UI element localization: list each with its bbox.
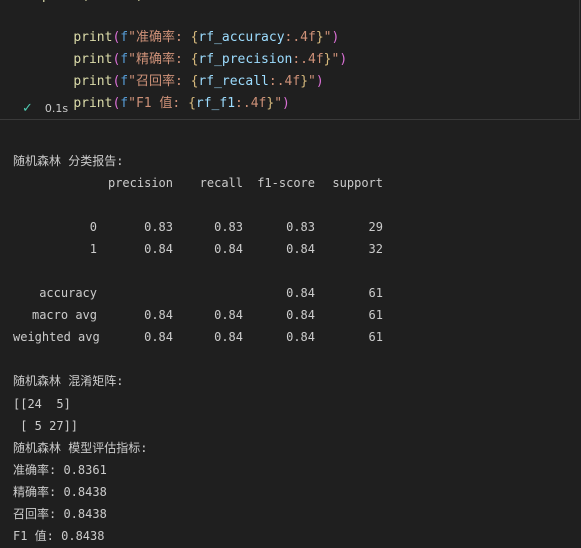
- header-support: support: [332, 176, 383, 190]
- metric-line: 准确率: 0.8361: [13, 463, 107, 477]
- code-line-1[interactable]: print(f"准确率: {rf_accuracy:.4f}"): [42, 5, 339, 45]
- row-support: 61: [368, 308, 383, 322]
- close-paren: ): [282, 96, 290, 111]
- close-paren: ): [339, 52, 348, 67]
- code-fmt: :.4f: [235, 96, 267, 111]
- code-line-3[interactable]: print(f"召回率: {rf_recall:.4f}"): [42, 49, 323, 89]
- confusion-line: [ 5 27]]: [13, 419, 79, 433]
- code-line-2[interactable]: print(f"精确率: {rf_precision:.4f}"): [42, 27, 347, 67]
- row-recall: 0.83: [214, 220, 243, 234]
- row-precision: 0.83: [144, 220, 173, 234]
- check-icon: ✓: [22, 100, 33, 116]
- open-brace: {: [188, 96, 196, 111]
- header-recall: recall: [199, 176, 243, 190]
- string-quote: ": [308, 74, 316, 89]
- code-label: F1 值:: [135, 96, 189, 111]
- metric-line: 精确率: 0.8438: [13, 485, 107, 499]
- close-paren: ): [315, 74, 324, 89]
- code-cell[interactable]: print(f"...") print(f"准确率: {rf_accuracy:…: [0, 0, 580, 120]
- fstring-prefix: f: [120, 96, 129, 111]
- row-f1: 0.84: [286, 286, 315, 300]
- metrics-title: 随机森林 模型评估指标:: [13, 441, 148, 455]
- row-f1: 0.84: [286, 308, 315, 322]
- code-var: rf_f1: [195, 96, 236, 111]
- string-quote: ": [128, 96, 136, 111]
- row-f1: 0.84: [286, 330, 315, 344]
- row-f1: 0.83: [286, 220, 315, 234]
- confusion-line: [[24 5]: [13, 397, 71, 411]
- row-precision: 0.84: [144, 242, 173, 256]
- execution-status: ✓ 0.1s: [22, 98, 68, 118]
- row-recall: 0.84: [214, 330, 243, 344]
- close-brace: }: [266, 96, 275, 111]
- row-support: 61: [368, 330, 383, 344]
- close-brace: }: [300, 74, 309, 89]
- row-precision: 0.84: [144, 308, 173, 322]
- row-support: 29: [368, 220, 383, 234]
- row-support: 61: [368, 286, 383, 300]
- metric-line: 召回率: 0.8438: [13, 507, 107, 521]
- row-recall: 0.84: [214, 242, 243, 256]
- report-title: 随机森林 分类报告:: [13, 154, 124, 168]
- print-keyword: print: [73, 96, 113, 111]
- string-quote: ": [274, 96, 283, 111]
- row-f1: 0.84: [286, 242, 315, 256]
- row-precision: 0.84: [144, 330, 173, 344]
- header-precision: precision: [107, 176, 173, 190]
- code-line-4[interactable]: print(f"F1 值: {rf_f1:.4f}"): [42, 71, 290, 111]
- execution-time: 0.1s: [44, 101, 69, 115]
- confusion-title: 随机森林 混淆矩阵:: [13, 374, 124, 388]
- header-f1-score: f1-score: [257, 176, 315, 190]
- row-label: accuracy: [39, 286, 97, 300]
- row-recall: 0.84: [214, 308, 243, 322]
- metric-line: F1 值: 0.8438: [13, 529, 105, 543]
- row-support: 32: [368, 242, 383, 256]
